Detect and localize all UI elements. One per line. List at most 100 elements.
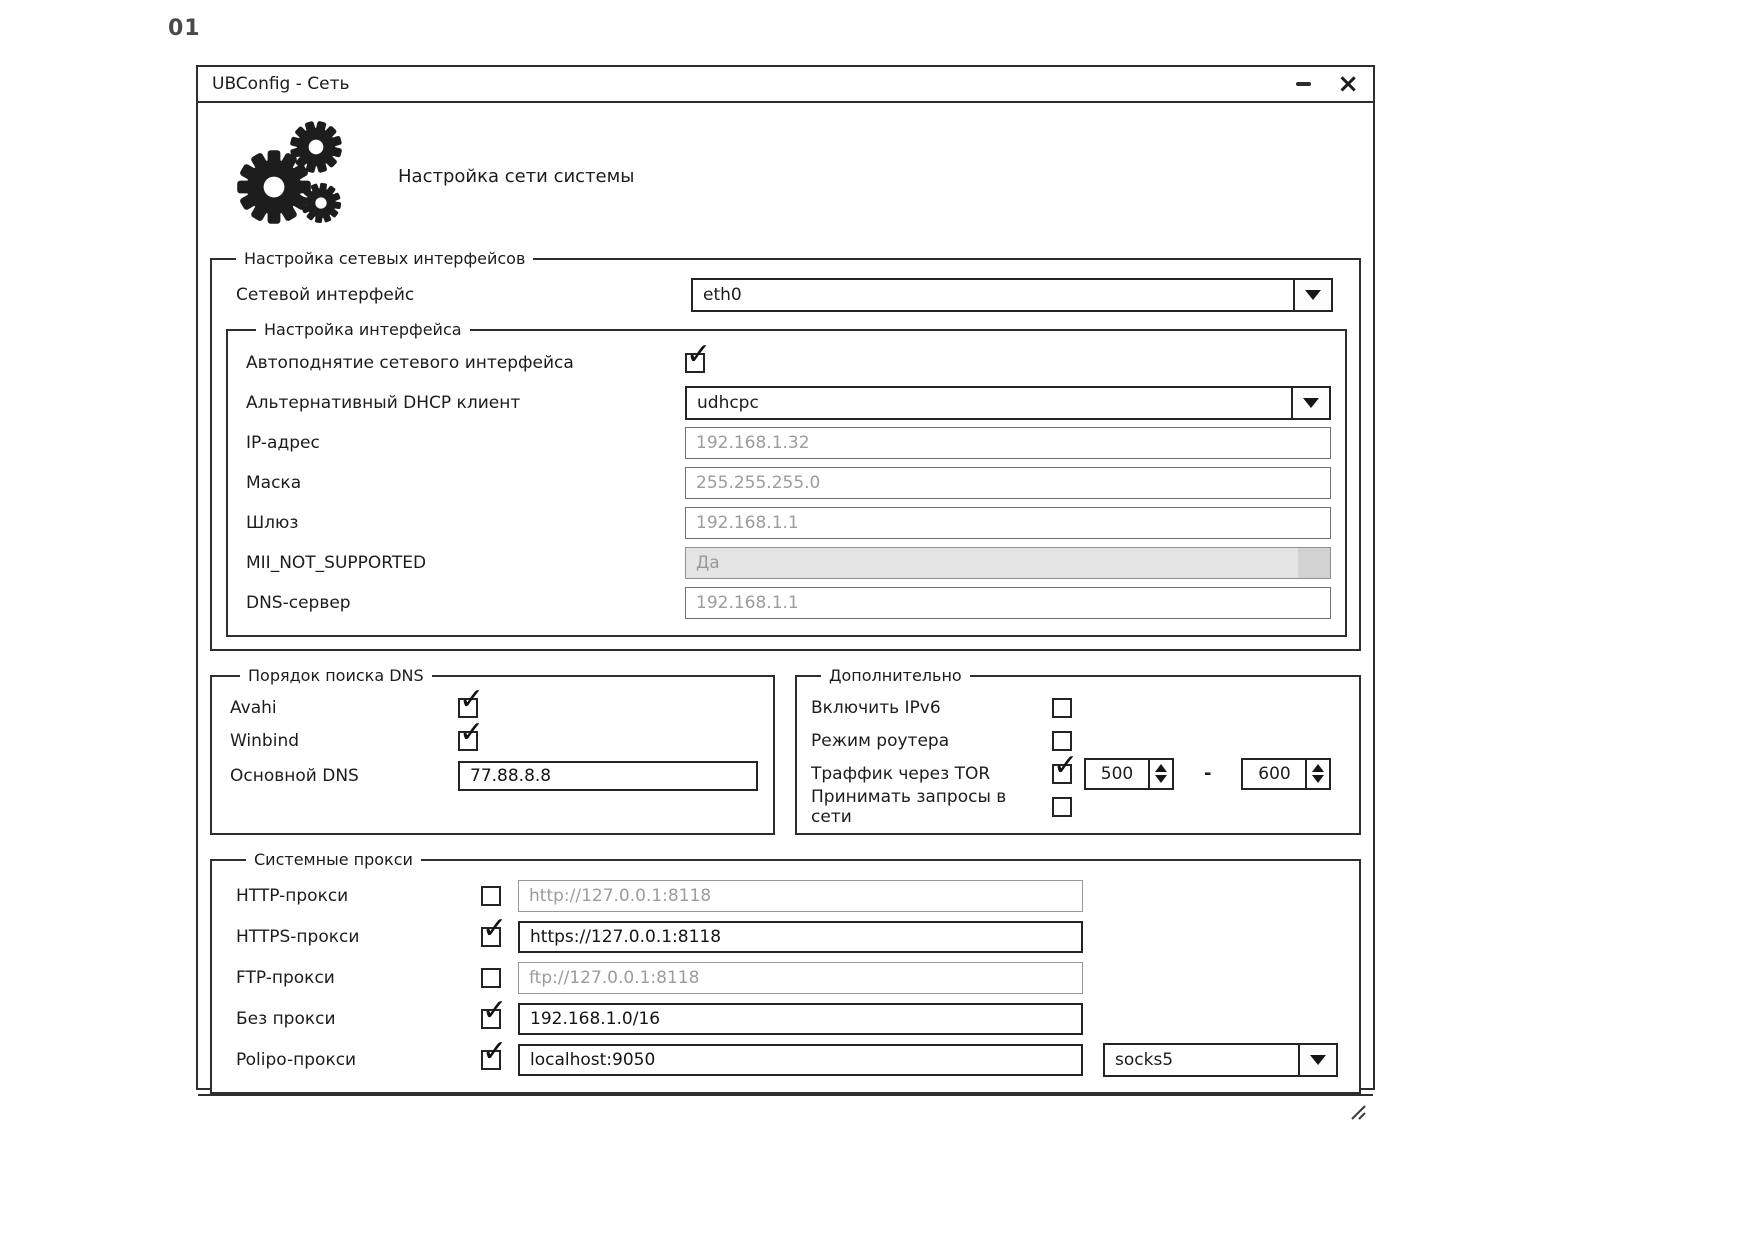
row-primary-dns: Основной DNS [230, 757, 759, 794]
spinner-down-icon[interactable] [1312, 775, 1324, 783]
accept-requests-checkbox[interactable] [1052, 797, 1072, 817]
dhcp-client-dropdown-button[interactable] [1291, 388, 1329, 418]
row-accept-requests: Принимать запросы в сети [811, 790, 1347, 823]
polipo-proxy-label: Polipo-прокси [236, 1050, 481, 1070]
row-winbind: Winbind [230, 724, 759, 757]
polipo-proxy-type-value: socks5 [1105, 1045, 1298, 1075]
tor-port-from-spinner[interactable]: 500 [1084, 758, 1174, 790]
row-netmask: Маска [246, 463, 1331, 503]
tor-port-to-spinner[interactable]: 600 [1241, 758, 1331, 790]
spinner-up-icon[interactable] [1312, 764, 1324, 772]
primary-dns-label: Основной DNS [230, 766, 458, 786]
chevron-down-icon [1303, 398, 1319, 408]
group-interface-settings: Настройка интерфейса Автоподнятие сетево… [226, 320, 1347, 637]
polipo-proxy-checkbox[interactable] [481, 1050, 501, 1070]
chevron-down-icon [1310, 1055, 1326, 1065]
row-gateway: Шлюз [246, 503, 1331, 543]
resize-grip[interactable] [1348, 1102, 1368, 1122]
netmask-label: Маска [246, 473, 685, 493]
middle-columns: Порядок поиска DNS Avahi Winbind Основно… [210, 666, 1361, 835]
row-dhcp-client: Альтернативный DHCP клиент udhcpc [246, 383, 1331, 423]
https-proxy-label: HTTPS-прокси [236, 927, 481, 947]
mii-not-supported-label: MII_NOT_SUPPORTED [246, 553, 685, 573]
row-ip-address: IP-адрес [246, 423, 1331, 463]
https-proxy-input[interactable] [518, 921, 1083, 953]
group-additional-legend: Дополнительно [821, 666, 970, 685]
dialog-heading: Настройка сети системы [398, 166, 634, 187]
ftp-proxy-input[interactable] [518, 962, 1083, 994]
tor-port-to-value: 600 [1243, 760, 1305, 788]
polipo-proxy-type-dropdown-button[interactable] [1298, 1045, 1336, 1075]
tor-port-to-spin-buttons [1305, 760, 1329, 788]
row-ipv6: Включить IPv6 [811, 691, 1347, 724]
group-network-interfaces: Настройка сетевых интерфейсов Сетевой ин… [210, 249, 1361, 651]
router-mode-label: Режим роутера [811, 731, 1052, 751]
gears-icon [236, 121, 348, 231]
auto-up-checkbox[interactable] [685, 353, 705, 373]
row-network-interface: Сетевой интерфейс eth0 [226, 272, 1333, 318]
tor-port-from-spin-buttons [1148, 760, 1172, 788]
http-proxy-checkbox[interactable] [481, 886, 501, 906]
row-dns-server: DNS-сервер [246, 583, 1331, 623]
group-additional: Дополнительно Включить IPv6 Режим роутер… [795, 666, 1361, 835]
http-proxy-label: HTTP-прокси [236, 886, 481, 906]
minimize-button[interactable] [1296, 74, 1311, 94]
polipo-proxy-input[interactable] [518, 1044, 1083, 1076]
row-avahi: Avahi [230, 691, 759, 724]
proxy-row-http: HTTP-прокси [236, 875, 1349, 916]
ftp-proxy-checkbox[interactable] [481, 968, 501, 988]
avahi-label: Avahi [230, 698, 458, 718]
titlebar: UBConfig - Сеть × [198, 67, 1373, 103]
no-proxy-checkbox[interactable] [481, 1009, 501, 1029]
gateway-label: Шлюз [246, 513, 685, 533]
primary-dns-input[interactable] [458, 761, 758, 791]
proxy-row-ftp: FTP-прокси [236, 957, 1349, 998]
auto-up-label: Автоподнятие сетевого интерфейса [246, 353, 685, 373]
row-router-mode: Режим роутера [811, 724, 1347, 757]
gateway-input[interactable] [685, 507, 1331, 539]
dhcp-client-dropdown[interactable]: udhcpc [685, 386, 1331, 420]
proxy-row-polipo: Polipo-прокси socks5 [236, 1039, 1349, 1080]
polipo-proxy-type-dropdown[interactable]: socks5 [1103, 1043, 1338, 1077]
mii-not-supported-field [685, 547, 1331, 579]
row-mii-not-supported: MII_NOT_SUPPORTED [246, 543, 1331, 583]
minimize-icon [1296, 82, 1311, 86]
https-proxy-checkbox[interactable] [481, 927, 501, 947]
window-title: UBConfig - Сеть [212, 74, 350, 94]
winbind-label: Winbind [230, 731, 458, 751]
tor-traffic-checkbox[interactable] [1052, 764, 1072, 784]
dns-server-label: DNS-сервер [246, 593, 685, 613]
status-bar [198, 1094, 1373, 1126]
close-button[interactable]: × [1337, 74, 1359, 94]
ip-address-label: IP-адрес [246, 433, 685, 453]
dhcp-client-label: Альтернативный DHCP клиент [246, 393, 685, 413]
port-range-dash: - [1204, 763, 1211, 784]
network-interface-dropdown[interactable]: eth0 [691, 278, 1333, 312]
tor-port-from-value: 500 [1086, 760, 1148, 788]
group-interface-settings-legend: Настройка интерфейса [256, 320, 470, 339]
ipv6-label: Включить IPv6 [811, 698, 1052, 718]
spinner-up-icon[interactable] [1155, 764, 1167, 772]
winbind-checkbox[interactable] [458, 731, 478, 751]
no-proxy-input[interactable] [518, 1003, 1083, 1035]
ip-address-input[interactable] [685, 427, 1331, 459]
spinner-down-icon[interactable] [1155, 775, 1167, 783]
ubconfig-window: UBConfig - Сеть × [196, 65, 1375, 1090]
figure-label: 01 [168, 16, 201, 41]
dns-server-input[interactable] [685, 587, 1331, 619]
network-interface-value: eth0 [693, 280, 1293, 310]
row-auto-up: Автоподнятие сетевого интерфейса [246, 343, 1331, 383]
accept-requests-label: Принимать запросы в сети [811, 787, 1052, 827]
no-proxy-label: Без прокси [236, 1009, 481, 1029]
dialog-header: Настройка сети системы [210, 103, 1361, 249]
ipv6-checkbox[interactable] [1052, 698, 1072, 718]
http-proxy-input[interactable] [518, 880, 1083, 912]
netmask-input[interactable] [685, 467, 1331, 499]
network-interface-dropdown-button[interactable] [1293, 280, 1331, 310]
window-controls: × [1296, 74, 1359, 94]
dhcp-client-value: udhcpc [687, 388, 1291, 418]
row-tor-traffic: Траффик через TOR 500 - 600 [811, 757, 1347, 790]
group-dns-order-legend: Порядок поиска DNS [240, 666, 432, 685]
ftp-proxy-label: FTP-прокси [236, 968, 481, 988]
chevron-down-icon [1305, 290, 1321, 300]
